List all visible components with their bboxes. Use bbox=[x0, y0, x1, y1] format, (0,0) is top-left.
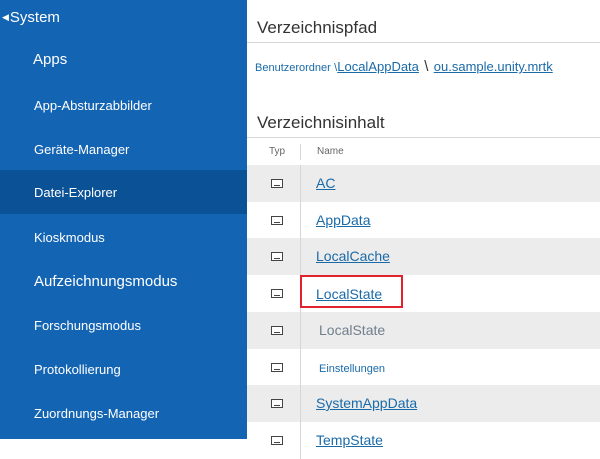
sidebar-item-label: Datei-Explorer bbox=[34, 184, 118, 200]
table-row[interactable]: LocalState bbox=[247, 312, 600, 349]
sidebar-item-label: Geräte-Manager bbox=[34, 141, 130, 157]
column-divider bbox=[300, 165, 301, 202]
sidebar-item-label: Zuordnungs-Manager bbox=[34, 405, 160, 421]
sidebar-item-label: Aufzeichnungsmodus bbox=[34, 272, 178, 290]
sidebar-item-device-manager[interactable]: Geräte-Manager bbox=[0, 127, 247, 171]
breadcrumb-root[interactable]: Benutzerordner bbox=[255, 62, 331, 74]
main-content: Verzeichnispfad Benutzerordner \ LocalApp… bbox=[247, 0, 600, 459]
table-header: Typ Name bbox=[247, 140, 600, 162]
sidebar-item-app-crash-dumps[interactable]: App-Absturzabbilder bbox=[0, 83, 247, 127]
folder-icon bbox=[271, 436, 283, 445]
folder-link[interactable]: AC bbox=[316, 175, 335, 192]
breadcrumb-segment-localappdata[interactable]: LocalAppData bbox=[337, 59, 419, 74]
table-row[interactable]: TempState bbox=[247, 422, 600, 459]
table-row[interactable]: LocalCache bbox=[247, 238, 600, 275]
folder-icon bbox=[271, 179, 283, 188]
apps-menu-heading[interactable]: Apps bbox=[33, 51, 67, 69]
table-row[interactable]: Einstellungen bbox=[247, 349, 600, 386]
collapse-triangle-icon: ◀ bbox=[2, 12, 9, 22]
folder-link[interactable]: SystemAppData bbox=[316, 395, 417, 412]
sidebar-item-kiosk-mode[interactable]: Kioskmodus bbox=[0, 215, 247, 259]
sidebar-item-label: Forschungsmodus bbox=[34, 317, 141, 333]
column-divider bbox=[300, 238, 301, 275]
sidebar-item-label: Kioskmodus bbox=[34, 229, 105, 245]
folder-link[interactable]: AppData bbox=[316, 212, 370, 229]
folder-icon bbox=[271, 216, 283, 225]
breadcrumb: Benutzerordner \LocalAppData \ ou.sample… bbox=[255, 58, 553, 77]
column-header-name[interactable]: Name bbox=[317, 146, 344, 157]
folder-icon bbox=[271, 326, 283, 335]
column-divider bbox=[300, 422, 301, 459]
sidebar-item-file-explorer[interactable]: Datei-Explorer bbox=[0, 170, 247, 214]
divider bbox=[247, 42, 600, 43]
sidebar-item-research-mode[interactable]: Forschungsmodus bbox=[0, 303, 247, 347]
directory-contents-title: Verzeichnisinhalt bbox=[257, 113, 385, 132]
highlight-box bbox=[300, 275, 403, 308]
column-divider bbox=[300, 144, 301, 160]
sidebar-item-label: Protokollierung bbox=[34, 361, 121, 377]
breadcrumb-segment-app-package[interactable]: ou.sample.unity.mrtk bbox=[434, 59, 553, 74]
column-divider bbox=[300, 385, 301, 422]
folder-icon bbox=[271, 289, 283, 298]
sidebar-item-recording-mode[interactable]: Aufzeichnungsmodus bbox=[0, 259, 247, 303]
breadcrumb-separator: \ bbox=[424, 58, 429, 75]
sidebar-item-label: App-Absturzabbilder bbox=[34, 97, 152, 113]
column-divider bbox=[300, 349, 301, 386]
folder-icon bbox=[271, 399, 283, 408]
directory-path-title: Verzeichnispfad bbox=[257, 18, 378, 37]
column-header-type[interactable]: Typ bbox=[269, 146, 285, 157]
folder-icon bbox=[271, 363, 283, 372]
column-divider bbox=[300, 202, 301, 239]
system-menu[interactable]: ◀ System bbox=[2, 9, 60, 27]
folder-icon bbox=[271, 252, 283, 261]
sidebar-item-logging[interactable]: Protokollierung bbox=[0, 347, 247, 391]
folder-link[interactable]: TempState bbox=[316, 432, 383, 449]
system-label: System bbox=[9, 9, 60, 26]
table-row[interactable]: AC bbox=[247, 165, 600, 202]
sidebar: ◀ System Apps App-Absturzabbilder Geräte… bbox=[0, 0, 247, 439]
table-row[interactable]: AppData bbox=[247, 202, 600, 239]
folder-link[interactable]: LocalCache bbox=[316, 248, 390, 265]
table-row[interactable]: SystemAppData bbox=[247, 385, 600, 422]
sidebar-item-mapping-manager[interactable]: Zuordnungs-Manager bbox=[0, 391, 247, 435]
folder-name[interactable]: LocalState bbox=[319, 322, 385, 339]
divider bbox=[247, 137, 600, 138]
column-divider bbox=[300, 312, 301, 349]
folder-name[interactable]: Einstellungen bbox=[319, 361, 385, 378]
